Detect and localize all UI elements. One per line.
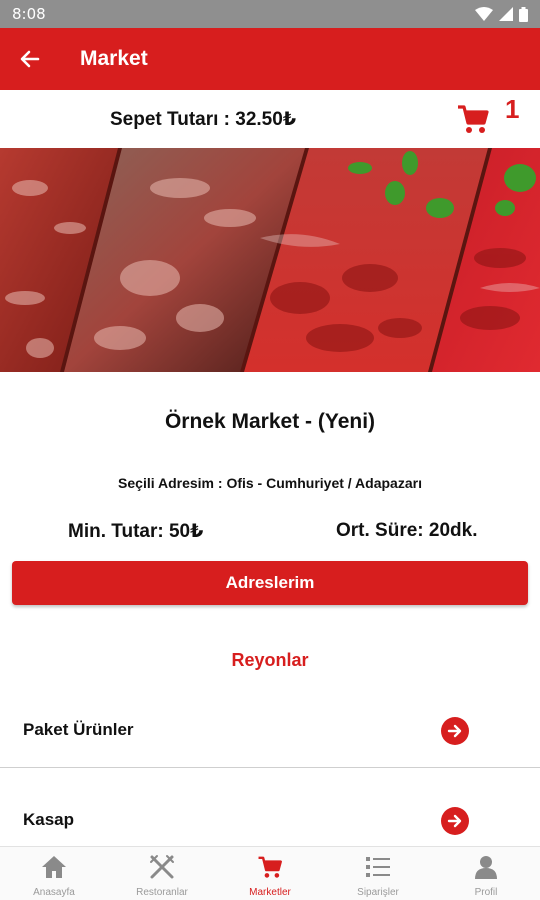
status-time: 8:08 [12, 5, 46, 23]
cart-summary: Sepet Tutarı : 32.50₺ 1 [0, 90, 540, 148]
app-bar: Market [0, 28, 540, 90]
department-label: Kasap [23, 810, 75, 829]
nav-item-restaurants[interactable]: Restoranlar [108, 847, 216, 900]
home-icon [40, 853, 68, 881]
department-row-packaged[interactable]: Paket Ürünler [0, 692, 540, 768]
arrow-right-circle-icon[interactable] [441, 717, 469, 745]
nav-item-profile[interactable]: Profil [432, 847, 540, 900]
signal-icon [499, 7, 513, 21]
nav-item-orders[interactable]: Siparişler [324, 847, 432, 900]
nav-item-home[interactable]: Anasayfa [0, 847, 108, 900]
bottom-nav: Anasayfa Restoranlar Marketler Siparişle… [0, 846, 540, 900]
nav-label: Anasayfa [33, 887, 75, 898]
battery-icon [519, 6, 528, 22]
selected-address: Seçili Adresim : Ofis - Cumhuriyet / Ada… [118, 475, 422, 491]
cart-icon [458, 105, 489, 133]
page-title: Market [80, 47, 148, 70]
utensils-icon [148, 853, 176, 881]
addresses-button[interactable]: Adreslerim [12, 561, 528, 605]
person-icon [472, 853, 500, 881]
cart-icon [256, 853, 284, 881]
nav-item-markets[interactable]: Marketler [216, 847, 324, 900]
list-icon [364, 853, 392, 881]
departments-title: Reyonlar [231, 650, 309, 670]
min-order-total: Min. Tutar: 50₺ [68, 521, 204, 542]
avg-delivery-time: Ort. Süre: 20dk. [336, 520, 478, 541]
cart-count-badge: 1 [505, 94, 520, 124]
divider [0, 767, 540, 768]
cart-button[interactable] [456, 102, 490, 136]
arrow-left-icon [20, 50, 40, 68]
store-name: Örnek Market - (Yeni) [164, 410, 376, 433]
nav-label: Restoranlar [136, 887, 188, 898]
nav-label: Marketler [249, 887, 291, 898]
status-icons [475, 6, 528, 22]
arrow-right-circle-icon[interactable] [441, 807, 469, 835]
nav-label: Siparişler [357, 887, 399, 898]
department-label: Paket Ürünler [23, 720, 134, 739]
status-bar: 8:08 [0, 0, 540, 28]
back-button[interactable] [0, 28, 60, 90]
wifi-icon [475, 7, 493, 21]
market-banner-image [0, 148, 540, 372]
nav-label: Profil [474, 887, 498, 898]
cart-total: Sepet Tutarı : 32.50₺ [110, 109, 297, 130]
